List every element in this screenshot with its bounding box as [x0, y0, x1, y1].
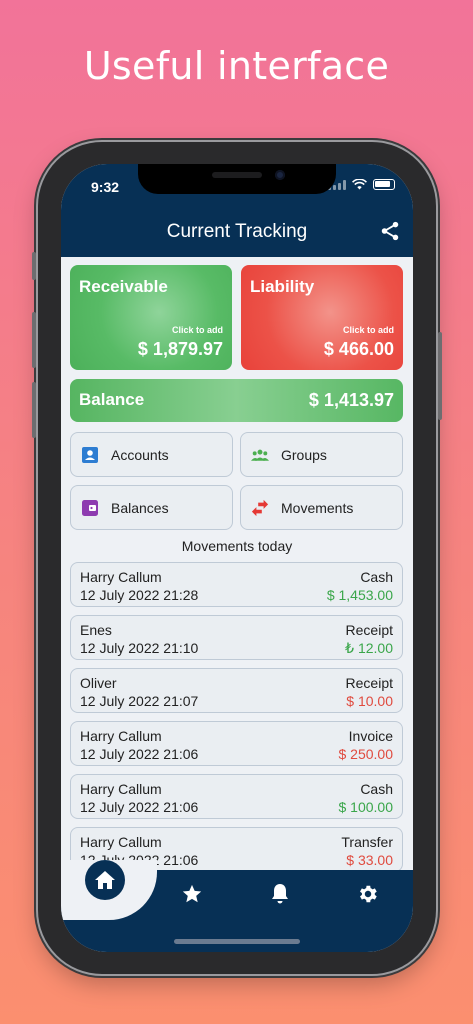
movement-type: Transfer [341, 834, 393, 850]
star-icon [182, 884, 202, 903]
promo-headline: Useful interface [83, 44, 390, 88]
status-time: 9:32 [91, 179, 120, 195]
movement-type: Invoice [348, 728, 393, 744]
battery-icon [373, 179, 395, 190]
bottom-tab-bar [61, 860, 413, 952]
movement-row[interactable]: Harry Callum 12 July 2022 21:28 Cash $ 1,45… [70, 562, 403, 607]
liability-label: Liability [250, 277, 315, 296]
movement-amount: $ 10.00 [346, 693, 393, 709]
movement-date: 12 July 2022 21:06 [80, 746, 199, 762]
page-title: Current Tracking [166, 221, 308, 242]
movements-button[interactable]: Movements [240, 485, 403, 530]
movement-row[interactable]: Oliver 12 July 2022 21:07 Receipt $ 10.00 [70, 668, 403, 713]
account-box-icon [81, 446, 99, 464]
movement-name: Harry Callum [80, 781, 162, 797]
movement-name: Harry Callum [80, 728, 162, 744]
liability-value: $ 466.00 [323, 339, 394, 359]
swap-arrows-icon [251, 499, 269, 517]
wallet-icon [81, 499, 99, 517]
movement-date: 12 July 2022 21:10 [80, 640, 199, 656]
movement-amount: ₺ 12.00 [345, 640, 393, 656]
movement-amount: $ 250.00 [338, 746, 394, 762]
gear-icon [360, 885, 377, 903]
receivable-hint: Click to add [171, 325, 223, 335]
share-icon[interactable] [379, 220, 401, 242]
bell-icon [272, 884, 288, 904]
groups-label: Groups [281, 446, 327, 463]
balances-label: Balances [111, 499, 169, 516]
tab-notifications[interactable] [268, 882, 292, 906]
status-icons [328, 179, 395, 190]
app-screen: 9:32 Current Tracking Receivable Click t… [61, 164, 413, 952]
balance-label: Balance [79, 390, 145, 409]
movement-row[interactable]: Harry Callum 12 July 2022 21:06 Cash $ 100.… [70, 774, 403, 819]
movement-date: 12 July 2022 21:06 [80, 799, 199, 815]
liability-card[interactable]: Liability Click to add $ 466.00 [241, 265, 403, 370]
movement-row[interactable]: Enes 12 July 2022 21:10 Receipt ₺ 12.00 [70, 615, 403, 660]
receivable-label: Receivable [79, 277, 168, 296]
movement-name: Enes [80, 622, 112, 638]
app-header: 9:32 Current Tracking [61, 164, 413, 257]
movements-label: Movements [281, 499, 354, 516]
notch [138, 164, 336, 194]
liability-hint: Click to add [342, 325, 394, 335]
movement-date: 12 July 2022 21:28 [80, 587, 199, 603]
receivable-value: $ 1,879.97 [137, 339, 223, 359]
wifi-icon [352, 179, 367, 190]
movement-type: Receipt [345, 675, 393, 691]
movement-type: Cash [360, 781, 393, 797]
groups-button[interactable]: Groups [240, 432, 403, 477]
tab-settings[interactable] [356, 882, 380, 906]
accounts-label: Accounts [111, 446, 169, 463]
movements-today-heading: Movements today [181, 538, 293, 554]
receivable-card[interactable]: Receivable Click to add $ 1,879.97 [70, 265, 232, 370]
balance-value: $ 1,413.97 [308, 390, 394, 410]
groups-icon [251, 446, 269, 464]
accounts-button[interactable]: Accounts [70, 432, 233, 477]
movement-amount: $ 1,453.00 [326, 587, 393, 603]
tab-favorites[interactable] [180, 882, 204, 906]
tab-home[interactable] [85, 860, 125, 900]
balance-card[interactable]: Balance $ 1,413.97 [70, 379, 403, 422]
movement-row[interactable]: Harry Callum 12 July 2022 21:06 Invoice $ 2… [70, 721, 403, 766]
movement-type: Cash [360, 569, 393, 585]
balances-button[interactable]: Balances [70, 485, 233, 530]
movement-name: Harry Callum [80, 834, 162, 850]
movement-amount: $ 100.00 [338, 799, 394, 815]
home-indicator[interactable] [174, 939, 300, 944]
movement-amount: $ 33.00 [346, 852, 393, 868]
movement-type: Receipt [345, 622, 393, 638]
movement-name: Harry Callum [80, 569, 162, 585]
movement-date: 12 July 2022 21:07 [80, 693, 199, 709]
home-icon [95, 871, 115, 889]
movement-name: Oliver [80, 675, 117, 691]
